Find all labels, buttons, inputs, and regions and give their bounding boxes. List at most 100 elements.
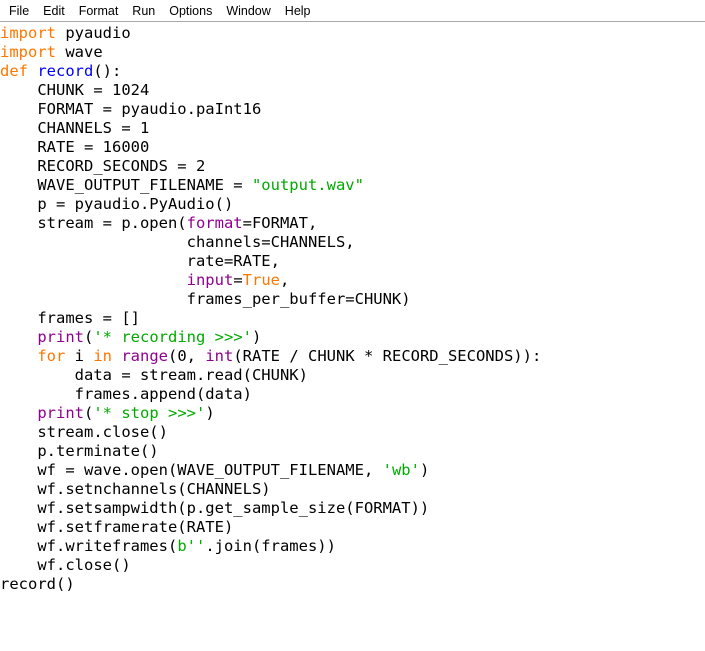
code-token-def: record	[37, 62, 94, 80]
code-line[interactable]: FORMAT = pyaudio.paInt16	[0, 100, 705, 119]
code-token-pl: (	[84, 328, 94, 346]
code-line[interactable]: CHUNK = 1024	[0, 81, 705, 100]
menu-window[interactable]: Window	[219, 1, 277, 21]
code-token-pl: rate=RATE,	[0, 252, 280, 270]
code-line[interactable]: rate=RATE,	[0, 252, 705, 271]
code-token-pl: wf.setframerate(RATE)	[0, 518, 234, 536]
source-code-text[interactable]: import pyaudio import wave def record(): C…	[0, 24, 705, 594]
code-line[interactable]: record()	[0, 575, 705, 594]
code-line[interactable]: wf = wave.open(WAVE_OUTPUT_FILENAME, 'wb…	[0, 461, 705, 480]
code-line[interactable]: frames.append(data)	[0, 385, 705, 404]
menu-bar: File Edit Format Run Options Window Help	[0, 0, 705, 22]
code-token-str: 'wb'	[382, 461, 420, 479]
code-token-kw: True	[242, 271, 280, 289]
code-line[interactable]: import wave	[0, 43, 705, 62]
code-token-pl: )	[419, 461, 430, 479]
code-token-pl: ():	[93, 62, 122, 80]
code-line[interactable]: wf.setframerate(RATE)	[0, 518, 705, 537]
code-token-pl: stream = p.open(	[0, 214, 187, 232]
code-line[interactable]: def record():	[0, 62, 705, 81]
code-token-bi: format	[186, 214, 243, 232]
code-line[interactable]: wf.close()	[0, 556, 705, 575]
code-line[interactable]: print('* stop >>>')	[0, 404, 705, 423]
code-token-pl: frames = []	[0, 309, 140, 327]
code-token-pl: channels=CHANNELS,	[0, 233, 355, 251]
code-token-pl: data = stream.read(CHUNK)	[0, 366, 308, 384]
code-line[interactable]: import pyaudio	[0, 24, 705, 43]
code-token-kw: import	[0, 43, 56, 61]
code-token-pl: p = pyaudio.PyAudio()	[0, 195, 234, 213]
menu-options[interactable]: Options	[162, 1, 219, 21]
code-line[interactable]: stream = p.open(format=FORMAT,	[0, 214, 705, 233]
code-token-pl: wave	[56, 43, 103, 61]
code-token-pl: =	[233, 271, 243, 289]
code-line[interactable]: RATE = 16000	[0, 138, 705, 157]
code-line[interactable]: WAVE_OUTPUT_FILENAME = "output.wav"	[0, 176, 705, 195]
code-token-kw: for	[37, 347, 66, 365]
code-token-pl: )	[205, 404, 215, 422]
code-line[interactable]: p = pyaudio.PyAudio()	[0, 195, 705, 214]
code-line[interactable]: stream.close()	[0, 423, 705, 442]
code-line[interactable]: wf.setnchannels(CHANNELS)	[0, 480, 705, 499]
code-token-bi: print	[37, 328, 84, 346]
code-line[interactable]: channels=CHANNELS,	[0, 233, 705, 252]
code-token-pl: WAVE_OUTPUT_FILENAME =	[0, 176, 252, 194]
code-token-pl: i	[65, 347, 94, 365]
code-token-pl: ,	[279, 271, 290, 289]
code-token-pl: wf.close()	[0, 556, 131, 574]
code-token-pl: .join(frames))	[205, 537, 336, 555]
code-token-pl: frames.append(data)	[0, 385, 252, 403]
code-token-bi: print	[37, 404, 84, 422]
code-token-pl: stream.close()	[0, 423, 168, 441]
code-token-pl: pyaudio	[56, 24, 131, 42]
menu-format[interactable]: Format	[72, 1, 126, 21]
code-token-pl: (RATE / CHUNK * RECORD_SECONDS)):	[233, 347, 542, 365]
code-line[interactable]: p.terminate()	[0, 442, 705, 461]
code-line[interactable]: for i in range(0, int(RATE / CHUNK * REC…	[0, 347, 705, 366]
code-editor-area[interactable]: import pyaudio import wave def record(): C…	[0, 22, 705, 651]
code-token-pl: FORMAT = pyaudio.paInt16	[0, 100, 262, 118]
code-line[interactable]: print('* recording >>>')	[0, 328, 705, 347]
code-token-pl: CHANNELS = 1	[0, 119, 150, 137]
code-token-bi: range	[121, 347, 169, 365]
code-line[interactable]: input=True,	[0, 271, 705, 290]
code-token-pl: wf = wave.open(WAVE_OUTPUT_FILENAME,	[0, 461, 383, 479]
code-line[interactable]: wf.setsampwidth(p.get_sample_size(FORMAT…	[0, 499, 705, 518]
code-token-pl: record()	[0, 575, 75, 593]
code-token-bi: int	[205, 347, 234, 365]
code-token-kw: def	[0, 62, 28, 80]
code-token-pl: =FORMAT,	[242, 214, 318, 232]
code-token-pl: (0,	[168, 347, 206, 365]
menu-help[interactable]: Help	[278, 1, 318, 21]
code-token-bi: input	[186, 271, 234, 289]
menu-file[interactable]: File	[2, 1, 36, 21]
code-token-pl: wf.setnchannels(CHANNELS)	[0, 480, 271, 498]
code-token-pl: frames_per_buffer=CHUNK)	[0, 290, 411, 308]
code-token-pl: )	[251, 328, 262, 346]
code-token-pl: (	[84, 404, 94, 422]
code-token-str: '* recording >>>'	[93, 328, 252, 346]
code-line[interactable]: CHANNELS = 1	[0, 119, 705, 138]
menu-run[interactable]: Run	[125, 1, 162, 21]
code-token-pl: p.terminate()	[0, 442, 159, 460]
code-token-str: b''	[177, 537, 206, 555]
code-line[interactable]: data = stream.read(CHUNK)	[0, 366, 705, 385]
code-token-kw: import	[0, 24, 56, 42]
code-token-pl: wf.writeframes(	[0, 537, 178, 555]
code-line[interactable]: wf.writeframes(b''.join(frames))	[0, 537, 705, 556]
code-line[interactable]: frames = []	[0, 309, 705, 328]
code-token-pl: CHUNK = 1024	[0, 81, 150, 99]
menu-edit[interactable]: Edit	[36, 1, 72, 21]
code-token-str: '* stop >>>'	[93, 404, 206, 422]
code-line[interactable]: RECORD_SECONDS = 2	[0, 157, 705, 176]
code-token-pl: RECORD_SECONDS = 2	[0, 157, 206, 175]
code-token-kw: in	[93, 347, 112, 365]
code-line[interactable]: frames_per_buffer=CHUNK)	[0, 290, 705, 309]
code-token-pl: RATE = 16000	[0, 138, 150, 156]
